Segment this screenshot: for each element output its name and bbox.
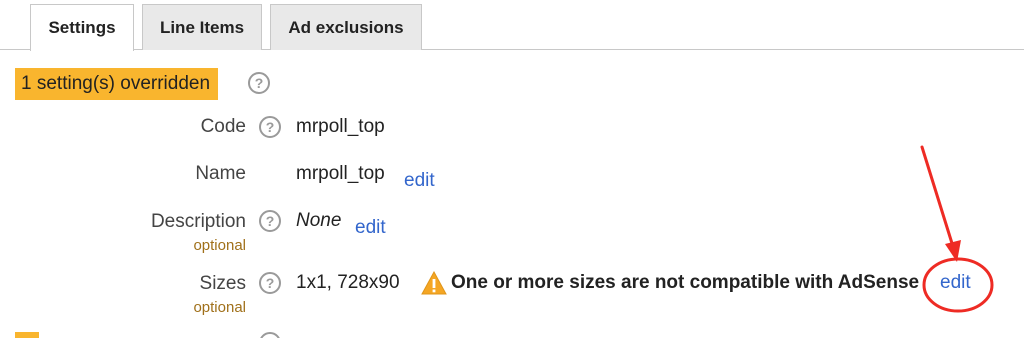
help-icon[interactable]: ?	[248, 72, 270, 94]
sizes-warning-text: One or more sizes are not compatible wit…	[451, 272, 920, 293]
sizes-label: Sizes	[199, 273, 246, 294]
name-edit-link[interactable]: edit	[404, 170, 435, 192]
name-value: mrpoll_top	[296, 163, 385, 184]
tab-settings[interactable]: Settings	[30, 4, 134, 51]
name-label: Name	[195, 163, 246, 184]
ad-unit-settings-page: Settings Line Items Ad exclusions 1 sett…	[0, 0, 1024, 338]
code-label: Code	[200, 116, 246, 137]
sizes-edit-link[interactable]: edit	[940, 272, 971, 294]
tab-ad-exclusions[interactable]: Ad exclusions	[270, 4, 422, 50]
tab-bar: Settings Line Items Ad exclusions	[0, 0, 1024, 51]
warning-triangle-icon	[421, 271, 447, 295]
description-edit-link[interactable]: edit	[355, 217, 386, 239]
tab-line-items[interactable]: Line Items	[142, 4, 262, 50]
annotation-arrow-head	[945, 240, 961, 262]
code-help-icon[interactable]: ?	[259, 116, 281, 138]
description-help-icon[interactable]: ?	[259, 210, 281, 232]
next-badge-partial	[15, 332, 39, 338]
code-value: mrpoll_top	[296, 116, 385, 137]
sizes-value: 1x1, 728x90	[296, 272, 400, 293]
next-help-icon-partial[interactable]: ?	[259, 332, 281, 338]
sizes-help-icon[interactable]: ?	[259, 272, 281, 294]
override-badge: 1 setting(s) overridden	[15, 68, 219, 100]
description-optional-label: optional	[193, 237, 246, 254]
description-value: None	[296, 210, 342, 231]
annotation-arrow-line	[920, 145, 957, 255]
sizes-optional-label: optional	[193, 299, 246, 316]
description-label: Description	[150, 211, 246, 232]
